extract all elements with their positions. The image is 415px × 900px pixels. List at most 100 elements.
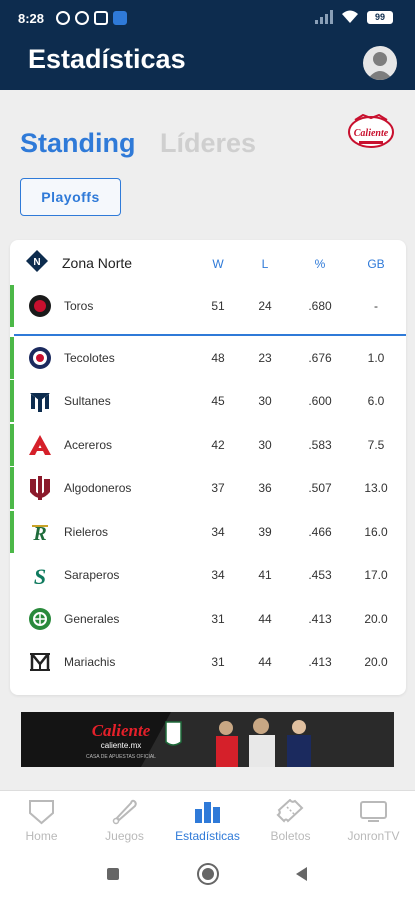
league-logo: Caliente (348, 113, 394, 148)
cell-pct: .583 (308, 438, 332, 452)
playoffs-button[interactable]: Playoffs (20, 178, 121, 216)
signal-icon (315, 10, 333, 24)
cell-pct: .676 (308, 351, 332, 365)
team-name: Rieleros (64, 525, 109, 539)
recents-button[interactable] (107, 868, 119, 880)
app-header: Estadísticas (0, 38, 415, 90)
bat-icon (112, 799, 137, 825)
cell-gb: 7.5 (367, 438, 385, 452)
cell-w: 37 (211, 481, 225, 495)
cell-pct: .680 (308, 299, 332, 313)
table-row[interactable]: Sultanes 45 30 .600 6.0 (10, 380, 406, 423)
cell-gb: 20.0 (364, 612, 388, 626)
ad-banner[interactable]: Caliente caliente.mx CASA DE APUESTAS OF… (21, 712, 394, 767)
cell-pct: .413 (308, 655, 332, 669)
battery-icon: 99 (367, 10, 393, 24)
clinched-indicator (10, 380, 14, 422)
cell-w: 31 (211, 612, 225, 626)
phone-icon (113, 11, 127, 25)
cell-pct: .413 (308, 612, 332, 626)
bottom-nav: Home Juegos Estadísticas Boletos JonronT… (0, 790, 415, 850)
cell-pct: .466 (308, 525, 332, 539)
notification-icons (56, 11, 127, 25)
table-row[interactable]: Tecolotes 48 23 .676 1.0 (10, 337, 406, 380)
saraperos-logo: S (34, 564, 46, 587)
tv-icon (360, 801, 387, 822)
avatar[interactable] (363, 46, 397, 80)
cell-gb: 1.0 (367, 351, 385, 365)
cell-w: 31 (211, 655, 225, 669)
zone-name: Zona Norte (62, 255, 133, 271)
system-icons: 99 (315, 10, 393, 24)
cell-l: 23 (258, 351, 272, 365)
nav-jonrontv[interactable]: JonronTV (332, 791, 415, 851)
cell-l: 36 (258, 481, 272, 495)
clinched-indicator (10, 424, 14, 466)
app-notification-icon (94, 11, 108, 25)
col-header-pct: % (314, 257, 326, 271)
back-button[interactable] (296, 867, 307, 881)
nav-label: Juegos (105, 829, 144, 843)
team-name: Generales (64, 612, 120, 626)
rieleros-logo: R (32, 523, 48, 544)
table-row[interactable]: R Rieleros 34 39 .466 16.0 (10, 511, 406, 554)
status-time: 8:28 (18, 11, 45, 26)
tecolotes-logo (29, 347, 51, 369)
bar-chart-icon (195, 802, 220, 823)
algodoneros-logo (30, 476, 50, 500)
generales-logo (29, 608, 51, 630)
table-row[interactable]: Acereros 42 30 .583 7.5 (10, 424, 406, 467)
wifi-icon (342, 10, 358, 23)
cell-l: 44 (258, 612, 272, 626)
nav-estadisticas[interactable]: Estadísticas (166, 791, 249, 851)
home-button[interactable] (199, 865, 217, 883)
playoff-cutoff-line (14, 334, 406, 336)
team-name: Algodoneros (64, 481, 132, 495)
svg-text:S: S (34, 564, 46, 587)
nav-boletos[interactable]: Boletos (249, 791, 332, 851)
cell-w: 34 (211, 568, 225, 582)
nav-juegos[interactable]: Juegos (83, 791, 166, 851)
cell-gb: - (374, 299, 378, 313)
tab-lideres[interactable]: Líderes (160, 128, 256, 159)
nav-label: Estadísticas (175, 829, 240, 843)
sultanes-logo (30, 393, 50, 412)
cell-gb: 13.0 (364, 481, 388, 495)
nav-label: Home (25, 829, 58, 843)
cell-l: 30 (258, 438, 272, 452)
zona-norte-logo: N (26, 250, 48, 272)
cell-l: 44 (258, 655, 272, 669)
clinched-indicator (10, 467, 14, 509)
cell-l: 24 (258, 299, 272, 313)
cell-w: 48 (211, 351, 225, 365)
svg-text:N: N (33, 257, 40, 268)
table-row[interactable]: Toros 51 24 .680 - (10, 285, 406, 328)
user-icon (367, 52, 393, 80)
svg-text:Caliente: Caliente (92, 721, 151, 740)
nav-home[interactable]: Home (0, 791, 83, 851)
cell-w: 51 (211, 299, 225, 313)
table-row[interactable]: Generales 31 44 .413 20.0 (10, 598, 406, 641)
tab-standing[interactable]: Standing (20, 128, 136, 159)
svg-text:caliente.mx: caliente.mx (101, 741, 141, 750)
table-row[interactable]: S Saraperos 34 41 .453 17.0 (10, 554, 406, 597)
table-row[interactable]: Mariachis 31 44 .413 20.0 (10, 641, 406, 684)
status-bar: 8:28 99 (0, 0, 415, 38)
cell-pct: .453 (308, 568, 332, 582)
clinched-indicator (10, 337, 14, 379)
cell-gb: 20.0 (364, 655, 388, 669)
cell-l: 41 (258, 568, 272, 582)
cell-pct: .507 (308, 481, 332, 495)
col-header-l: L (261, 257, 269, 271)
cell-gb: 17.0 (364, 568, 388, 582)
team-name: Acereros (64, 438, 113, 452)
nav-label: JonronTV (347, 829, 400, 843)
home-plate-icon (29, 800, 54, 825)
cell-l: 39 (258, 525, 272, 539)
acereros-logo (29, 435, 51, 455)
table-row[interactable]: Algodoneros 37 36 .507 13.0 (10, 467, 406, 510)
cell-pct: .600 (308, 394, 332, 408)
page-title: Estadísticas (28, 44, 186, 74)
col-header-gb: GB (367, 257, 385, 271)
cell-l: 30 (258, 394, 272, 408)
